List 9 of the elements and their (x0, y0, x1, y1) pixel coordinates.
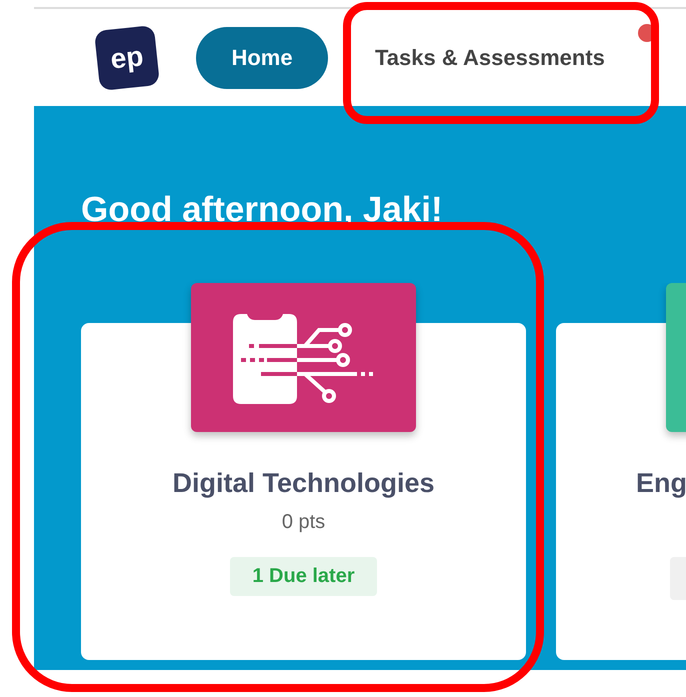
subject-title: Digital Technologies (172, 468, 435, 499)
subject-card[interactable]: Digital Technologies 0 pts 1 Due later (81, 283, 526, 660)
nav-tab[interactable]: Home (196, 26, 328, 88)
app-logo[interactable]: ep (94, 24, 160, 90)
nav-tab[interactable]: Tasks & Assessments (375, 44, 605, 70)
greeting-heading: Good afternoon, Jaki! (81, 189, 444, 231)
due-status-badge: 1 Due later (230, 557, 377, 596)
points-label: 0 pts (282, 511, 326, 535)
subject-title: Eng (635, 468, 686, 499)
